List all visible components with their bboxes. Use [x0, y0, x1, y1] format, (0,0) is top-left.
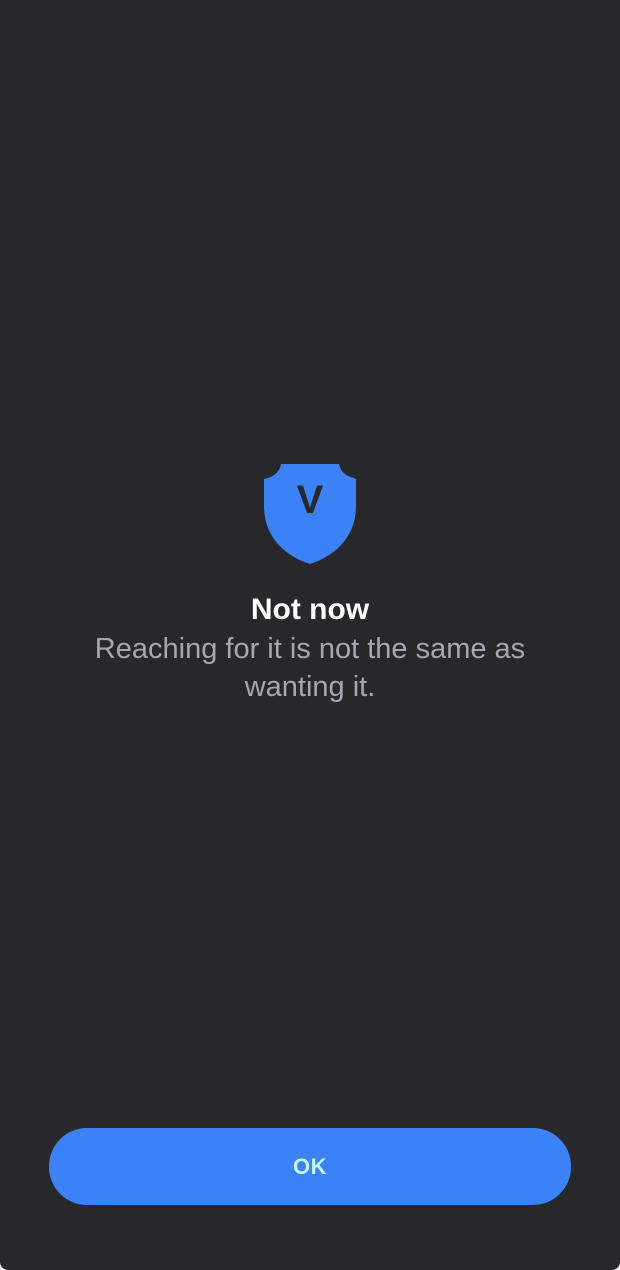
- ok-button-label: OK: [293, 1153, 327, 1179]
- shield-icon: V: [264, 464, 356, 564]
- message-subtitle: Reaching for it is not the same as wanti…: [94, 633, 526, 703]
- message-container: V Not now Reaching for it is not the sam…: [0, 462, 620, 706]
- shield-letter: V: [297, 478, 324, 522]
- ok-button[interactable]: OK: [49, 1128, 571, 1205]
- page-title: Not now: [250, 593, 370, 626]
- blocking-screen: V Not now Reaching for it is not the sam…: [0, 0, 620, 1270]
